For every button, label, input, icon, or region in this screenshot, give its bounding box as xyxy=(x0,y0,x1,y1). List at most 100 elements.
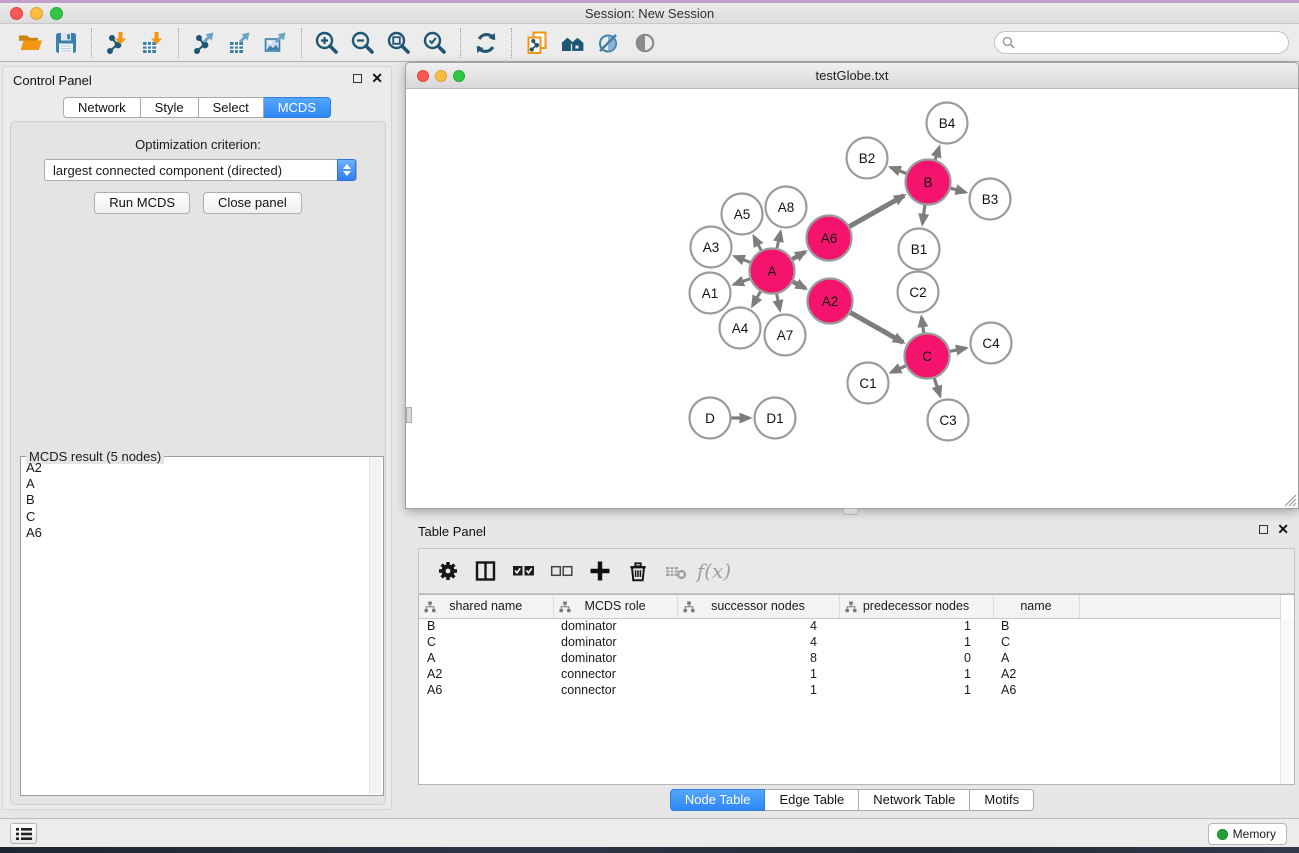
edge-A-A1[interactable] xyxy=(734,279,750,285)
table-row[interactable]: A2connector11A2 xyxy=(419,666,1281,682)
edge-C-C3[interactable] xyxy=(934,378,940,395)
graph-node-A1[interactable]: A1 xyxy=(690,273,731,314)
tab-node-table[interactable]: Node Table xyxy=(670,789,766,811)
table-row[interactable]: Adominator80A xyxy=(419,650,1281,666)
resize-grip-icon[interactable] xyxy=(1282,492,1297,507)
cell-name[interactable]: C xyxy=(993,634,1079,650)
table-close-panel-icon[interactable]: ✕ xyxy=(1277,524,1289,534)
cell-shared-name[interactable]: A2 xyxy=(419,666,553,682)
tab-motifs[interactable]: Motifs xyxy=(970,789,1034,811)
table-row[interactable]: Cdominator41C xyxy=(419,634,1281,650)
graph-node-B3[interactable]: B3 xyxy=(970,179,1011,220)
mcds-result-item[interactable]: B xyxy=(22,492,368,508)
search-box[interactable] xyxy=(994,31,1289,54)
zoom-fit-icon[interactable] xyxy=(381,27,417,59)
edge-A-A8[interactable] xyxy=(777,232,781,248)
fit-content-home-icon[interactable] xyxy=(555,27,591,59)
cell-successor-nodes[interactable]: 1 xyxy=(677,666,839,682)
column-header-predecessor-nodes[interactable]: predecessor nodes xyxy=(839,595,993,618)
graph-node-A5[interactable]: A5 xyxy=(722,194,763,235)
refresh-icon[interactable] xyxy=(468,27,504,59)
export-table-icon[interactable] xyxy=(222,27,258,59)
graph-node-D1[interactable]: D1 xyxy=(755,398,796,439)
cell-shared-name[interactable]: A xyxy=(419,650,553,666)
edge-A-A3[interactable] xyxy=(735,256,750,262)
edge-A-A7[interactable] xyxy=(777,294,780,310)
graph-node-B4[interactable]: B4 xyxy=(927,103,968,144)
mcds-result-scrollbar[interactable] xyxy=(369,458,382,794)
graph-node-A7[interactable]: A7 xyxy=(765,315,806,356)
mcds-result-item[interactable]: A2 xyxy=(22,460,368,476)
cell-successor-nodes[interactable]: 4 xyxy=(677,618,839,634)
panel-divider-handle[interactable] xyxy=(843,508,858,515)
cell-MCDS-role[interactable]: dominator xyxy=(553,634,677,650)
add-column-icon[interactable] xyxy=(581,553,619,589)
cell-name[interactable]: A xyxy=(993,650,1079,666)
tab-select[interactable]: Select xyxy=(199,97,264,118)
export-network-icon[interactable] xyxy=(186,27,222,59)
select-all-icon[interactable] xyxy=(505,553,543,589)
graph-node-A4[interactable]: A4 xyxy=(720,308,761,349)
float-panel-icon[interactable] xyxy=(353,74,362,83)
cell-MCDS-role[interactable]: connector xyxy=(553,666,677,682)
task-history-button[interactable] xyxy=(10,823,37,844)
import-network-icon[interactable] xyxy=(99,27,135,59)
new-network-selection-icon[interactable] xyxy=(519,27,555,59)
graph-node-A[interactable]: A xyxy=(750,249,795,294)
edge-C-C4[interactable] xyxy=(950,348,966,351)
graph-node-A2[interactable]: A2 xyxy=(808,279,853,324)
cell-predecessor-nodes[interactable]: 1 xyxy=(839,618,993,634)
edge-C-C2[interactable] xyxy=(922,317,924,332)
graph-node-C1[interactable]: C1 xyxy=(848,363,889,404)
cell-predecessor-nodes[interactable]: 0 xyxy=(839,650,993,666)
mcds-result-item[interactable]: A6 xyxy=(22,525,368,541)
table-float-panel-icon[interactable] xyxy=(1259,525,1268,534)
graph-node-B1[interactable]: B1 xyxy=(899,229,940,270)
cell-shared-name[interactable]: A6 xyxy=(419,682,553,698)
column-header-MCDS-role[interactable]: MCDS role xyxy=(553,595,677,618)
table-row[interactable]: A6connector11A6 xyxy=(419,682,1281,698)
graph-node-A3[interactable]: A3 xyxy=(691,227,732,268)
zoom-in-icon[interactable] xyxy=(309,27,345,59)
tab-network[interactable]: Network xyxy=(63,97,141,118)
cell-name[interactable]: A2 xyxy=(993,666,1079,682)
table-row[interactable]: Bdominator41B xyxy=(419,618,1281,634)
delete-column-icon[interactable] xyxy=(619,553,657,589)
graph-node-A8[interactable]: A8 xyxy=(766,187,807,228)
cell-predecessor-nodes[interactable]: 1 xyxy=(839,634,993,650)
tab-edge-table[interactable]: Edge Table xyxy=(765,789,859,811)
column-header-successor-nodes[interactable]: successor nodes xyxy=(677,595,839,618)
edge-A-A2[interactable] xyxy=(793,282,806,289)
graph-node-C2[interactable]: C2 xyxy=(898,272,939,313)
open-file-icon[interactable] xyxy=(12,27,48,59)
column-header-shared-name[interactable]: shared name xyxy=(419,595,553,618)
edge-B-B1[interactable] xyxy=(922,205,924,223)
close-panel-button[interactable]: Close panel xyxy=(203,192,302,214)
cell-MCDS-role[interactable]: connector xyxy=(553,682,677,698)
zoom-selected-icon[interactable] xyxy=(417,27,453,59)
import-table-icon[interactable] xyxy=(135,27,171,59)
edge-A-A4[interactable] xyxy=(752,291,760,305)
mcds-result-item[interactable]: A xyxy=(22,476,368,492)
graphics-details-icon[interactable] xyxy=(627,27,663,59)
edge-A-A6[interactable] xyxy=(792,252,805,259)
graph-node-A6[interactable]: A6 xyxy=(807,216,852,261)
graph-node-C[interactable]: C xyxy=(905,334,950,379)
graph-node-B[interactable]: B xyxy=(906,160,951,205)
settings-gear-icon[interactable] xyxy=(429,553,467,589)
table-scrollbar[interactable] xyxy=(1280,619,1294,784)
graph-node-D[interactable]: D xyxy=(690,398,731,439)
graph-node-C3[interactable]: C3 xyxy=(928,400,969,441)
cell-predecessor-nodes[interactable]: 1 xyxy=(839,682,993,698)
edge-C-C1[interactable] xyxy=(891,366,905,373)
edge-A6-B[interactable] xyxy=(849,196,904,227)
save-session-icon[interactable] xyxy=(48,27,84,59)
cell-MCDS-role[interactable]: dominator xyxy=(553,650,677,666)
tab-style[interactable]: Style xyxy=(141,97,199,118)
cell-MCDS-role[interactable]: dominator xyxy=(553,618,677,634)
search-input[interactable] xyxy=(1019,34,1288,52)
close-panel-icon[interactable]: ✕ xyxy=(371,73,383,83)
export-image-icon[interactable] xyxy=(258,27,294,59)
mcds-result-item[interactable]: C xyxy=(22,509,368,525)
graph-node-C4[interactable]: C4 xyxy=(971,323,1012,364)
